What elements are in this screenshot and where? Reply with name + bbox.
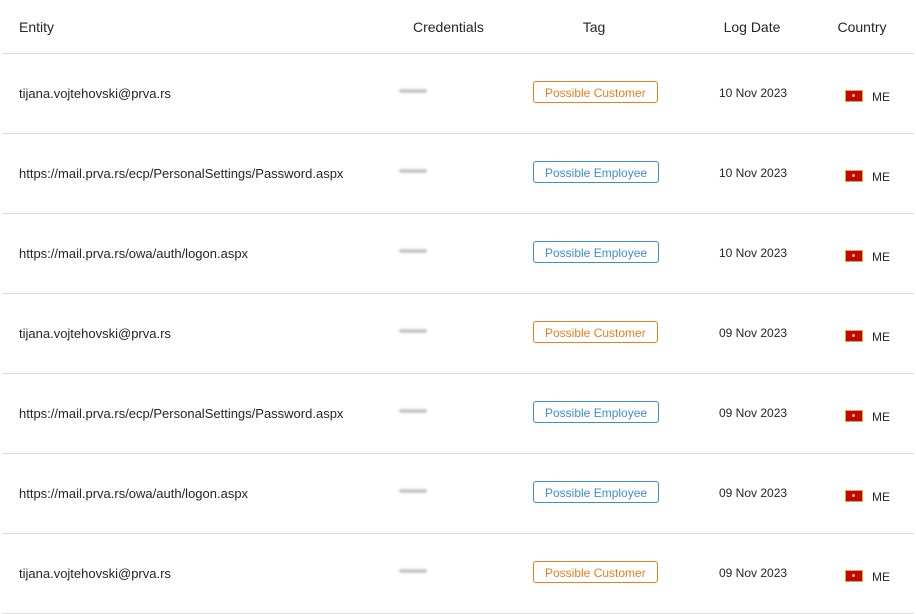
montenegro-flag-icon — [845, 570, 863, 582]
credentials-blurred — [399, 169, 427, 173]
country-code: ME — [872, 170, 890, 184]
credentials-blurred — [399, 569, 427, 573]
entity-cell: https://mail.prva.rs/owa/auth/logon.aspx — [19, 246, 249, 261]
table-row[interactable]: tijana.vojtehovski@prva.rs Possible Cust… — [2, 534, 914, 614]
country-code: ME — [872, 570, 890, 584]
column-header-log-date[interactable]: Log Date — [716, 19, 788, 35]
log-date-cell: 10 Nov 2023 — [719, 166, 788, 180]
credentials-blurred — [399, 409, 427, 413]
entity-cell: tijana.vojtehovski@prva.rs — [19, 566, 171, 581]
entity-cell: tijana.vojtehovski@prva.rs — [19, 86, 171, 101]
credentials-blurred — [399, 329, 427, 333]
entity-cell: https://mail.prva.rs/owa/auth/logon.aspx — [19, 486, 249, 501]
tag-badge: Possible Employee — [533, 481, 660, 503]
table-row[interactable]: tijana.vojtehovski@prva.rs Possible Cust… — [2, 294, 914, 374]
log-date-cell: 09 Nov 2023 — [719, 566, 788, 580]
log-date-cell: 10 Nov 2023 — [719, 246, 788, 260]
country-code: ME — [872, 90, 890, 104]
column-header-country[interactable]: Country — [832, 19, 892, 35]
tag-badge: Possible Customer — [533, 81, 658, 103]
montenegro-flag-icon — [845, 410, 863, 422]
tag-badge: Possible Employee — [533, 161, 660, 183]
country-code: ME — [872, 250, 890, 264]
entity-cell: https://mail.prva.rs/ecp/PersonalSetting… — [19, 406, 344, 421]
log-date-cell: 09 Nov 2023 — [719, 406, 788, 420]
tag-badge: Possible Customer — [533, 561, 658, 583]
table-row[interactable]: tijana.vojtehovski@prva.rs Possible Cust… — [2, 54, 914, 134]
column-header-credentials[interactable]: Credentials — [413, 19, 484, 35]
table-row[interactable]: https://mail.prva.rs/owa/auth/logon.aspx… — [2, 454, 914, 534]
log-date-cell: 09 Nov 2023 — [719, 486, 788, 500]
entity-cell: tijana.vojtehovski@prva.rs — [19, 326, 171, 341]
log-date-cell: 10 Nov 2023 — [719, 86, 788, 100]
credentials-blurred — [399, 249, 427, 253]
country-code: ME — [872, 410, 890, 424]
credentials-blurred — [399, 89, 427, 93]
montenegro-flag-icon — [845, 90, 863, 102]
tag-badge: Possible Employee — [533, 401, 660, 423]
montenegro-flag-icon — [845, 170, 863, 182]
country-code: ME — [872, 490, 890, 504]
table-row[interactable]: https://mail.prva.rs/ecp/PersonalSetting… — [2, 374, 914, 454]
tag-badge: Possible Customer — [533, 321, 658, 343]
table-row[interactable]: https://mail.prva.rs/owa/auth/logon.aspx… — [2, 214, 914, 294]
leaked-credentials-table: Entity Credentials Tag Log Date Country … — [2, 0, 914, 614]
montenegro-flag-icon — [845, 250, 863, 262]
table-row[interactable]: https://mail.prva.rs/ecp/PersonalSetting… — [2, 134, 914, 214]
entity-cell: https://mail.prva.rs/ecp/PersonalSetting… — [19, 166, 344, 181]
column-header-entity[interactable]: Entity — [19, 19, 54, 35]
credentials-blurred — [399, 489, 427, 493]
country-code: ME — [872, 330, 890, 344]
column-header-tag[interactable]: Tag — [564, 19, 624, 35]
log-date-cell: 09 Nov 2023 — [719, 326, 788, 340]
montenegro-flag-icon — [845, 330, 863, 342]
table-header: Entity Credentials Tag Log Date Country — [2, 0, 914, 54]
montenegro-flag-icon — [845, 490, 863, 502]
tag-badge: Possible Employee — [533, 241, 660, 263]
